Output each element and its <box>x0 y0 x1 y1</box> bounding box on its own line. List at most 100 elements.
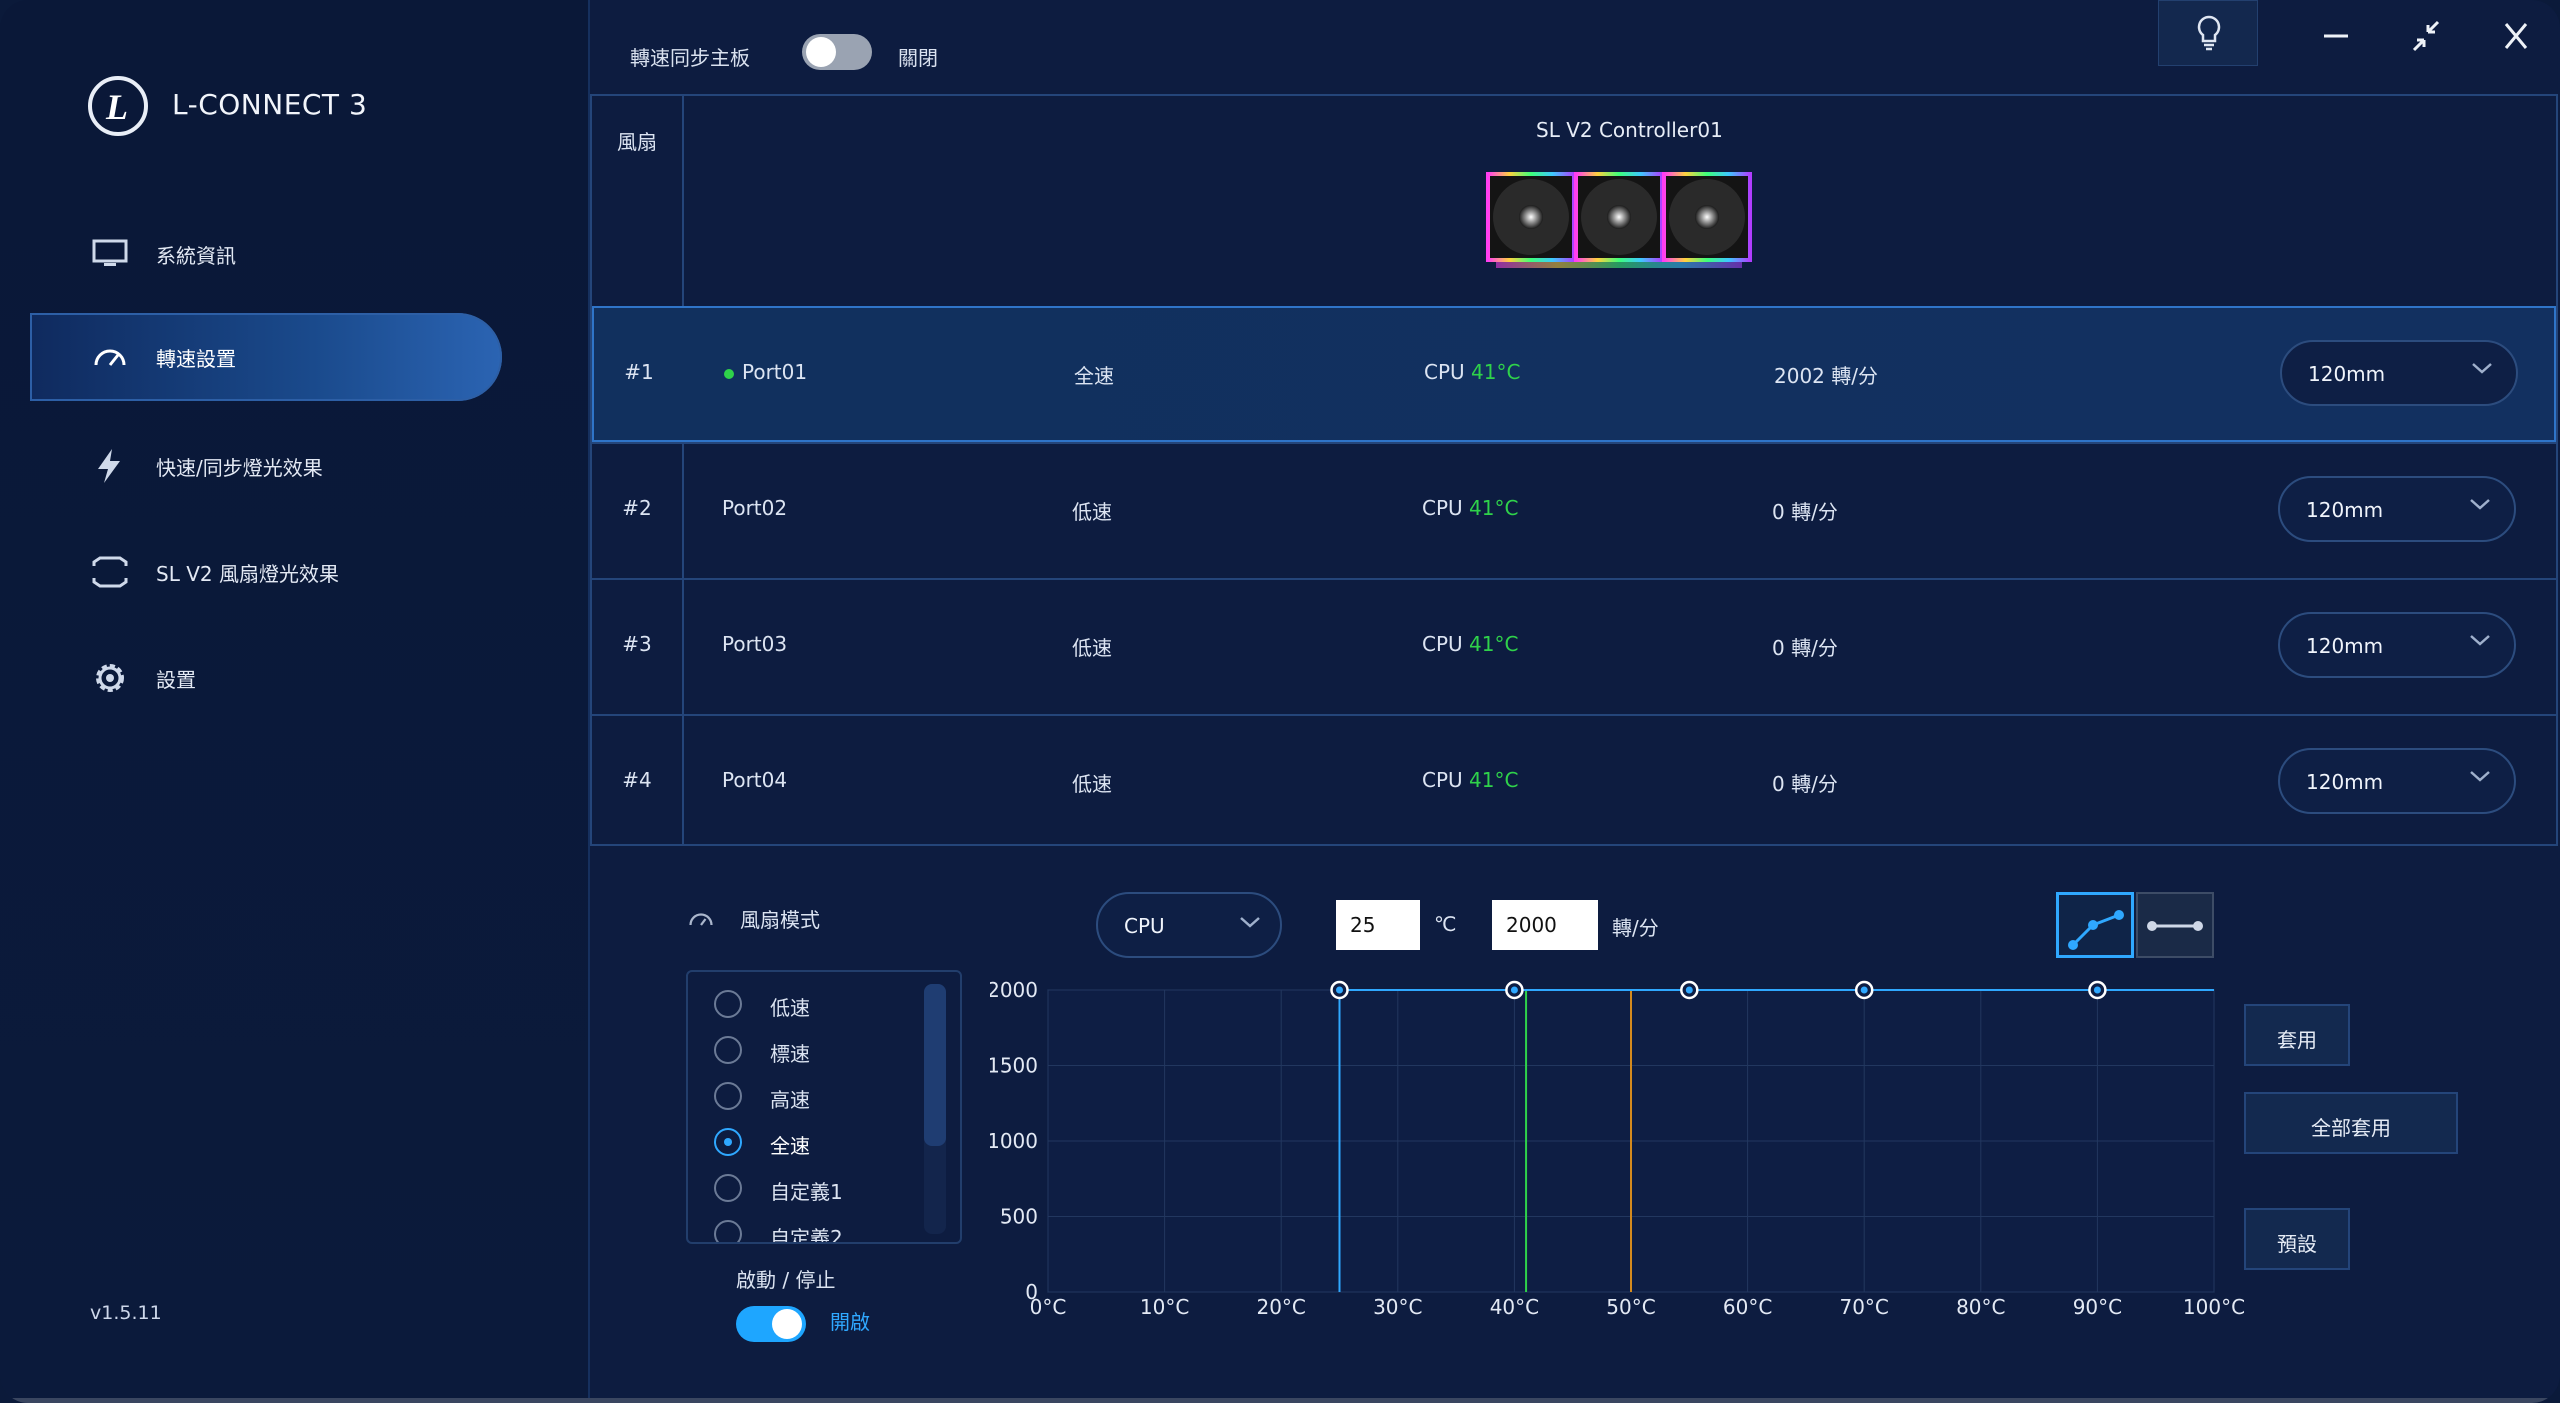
fan-mode-option[interactable]: 自定義2 <box>714 1216 934 1242</box>
table-row[interactable]: #2 Port02 低速 CPU 41°C 0 轉/分 120mm <box>592 442 2556 578</box>
mode-list-scroll-thumb[interactable] <box>924 984 946 1146</box>
fan-size-dropdown[interactable]: 120mm <box>2278 748 2516 814</box>
sync-motherboard-toggle[interactable] <box>802 34 872 70</box>
port-name: Port02 <box>722 496 788 520</box>
start-stop-toggle[interactable] <box>736 1306 806 1342</box>
curve-point-center <box>1336 986 1343 994</box>
speedometer-icon <box>689 913 713 926</box>
y-tick-label: 1000 <box>990 1129 1038 1153</box>
x-tick-label: 80°C <box>1956 1295 2005 1318</box>
curve-point-center <box>1860 986 1868 994</box>
rpm-input[interactable]: 2000 <box>1492 900 1598 950</box>
active-status-dot <box>724 368 734 379</box>
radio-button[interactable] <box>714 1082 742 1110</box>
x-tick-label: 70°C <box>1839 1295 1888 1318</box>
temp-source: CPU <box>1424 360 1465 384</box>
fan-mode-option[interactable]: 高速 <box>714 1078 934 1118</box>
y-tick-label: 0 <box>1025 1280 1038 1304</box>
x-tick-label: 50°C <box>1606 1295 1655 1318</box>
temp-source-cell: CPU 41°C <box>1422 768 1518 792</box>
temp-source: CPU <box>1422 768 1463 792</box>
temp-source-cell: CPU 41°C <box>1422 496 1518 520</box>
fixed-mode-button[interactable] <box>2136 892 2214 958</box>
temp-source-cell: CPU 41°C <box>1422 632 1518 656</box>
curve-mode-button[interactable] <box>2056 892 2134 958</box>
gear-icon <box>96 664 124 692</box>
app-version: v1.5.11 <box>90 1302 162 1324</box>
apply-all-button[interactable]: 全部套用 <box>2244 1092 2458 1154</box>
mode-label: 低速 <box>770 996 810 1020</box>
fan-curve-chart[interactable]: 0°C 10°C 20°C 30°C 40°C 50°C 60°C 70°C 80°C 90°C 1… <box>990 972 2250 1318</box>
close-button[interactable] <box>2496 18 2536 54</box>
temp-source-value: CPU <box>1124 914 1165 938</box>
temperature-input[interactable]: 25 <box>1336 900 1420 950</box>
fan-size-value: 120mm <box>2306 498 2384 522</box>
port-cell: Port01 <box>724 360 807 384</box>
radio-button-checked[interactable] <box>714 1128 742 1156</box>
speed-mode-cell: 全速 <box>1074 364 1114 388</box>
speedometer-icon <box>94 349 126 366</box>
default-button[interactable]: 預設 <box>2244 1208 2350 1270</box>
rpm-cell: 2002 轉/分 <box>1774 364 1878 388</box>
default-button-label: 預設 <box>2277 1232 2317 1256</box>
curve-point-center <box>1510 986 1518 994</box>
fan-size-value: 120mm <box>2308 362 2386 386</box>
fan-size-dropdown[interactable]: 120mm <box>2280 340 2518 406</box>
sidebar-item-label: 設置 <box>156 668 196 692</box>
lightbulb-icon <box>2197 15 2221 51</box>
rpm-unit: 轉/分 <box>1612 916 1659 940</box>
fan-mode-title: 風扇模式 <box>740 908 820 932</box>
fan-mode-list: 低速 標速 高速 全速 自定義1 自定義2 <box>686 970 962 1244</box>
temp-source-dropdown[interactable]: CPU <box>1096 892 1282 958</box>
temp-source: CPU <box>1422 632 1463 656</box>
x-tick-label: 30°C <box>1373 1295 1422 1318</box>
row-index: #1 <box>624 360 654 384</box>
table-row[interactable]: #1 Port01 全速 CPU 41°C 2002 轉/分 120mm <box>592 306 2556 442</box>
table-row[interactable]: #3 Port03 低速 CPU 41°C 0 轉/分 120mm <box>592 578 2556 714</box>
fan-frame-icon <box>92 556 128 588</box>
mode-label: 高速 <box>770 1088 810 1112</box>
fan-column-header: 風扇 <box>617 130 657 154</box>
restore-icon <box>2412 20 2440 52</box>
sidebar-item-system-info[interactable]: 系統資訊 <box>30 210 502 298</box>
lighting-hint-button[interactable] <box>2158 0 2258 66</box>
temp-value: 41°C <box>1469 632 1519 656</box>
fan-mode-option[interactable]: 低速 <box>714 986 934 1026</box>
port-name: Port03 <box>722 632 788 656</box>
sidebar-item-settings[interactable]: 設置 <box>30 634 502 722</box>
fan-mode-option[interactable]: 自定義1 <box>714 1170 934 1210</box>
temp-source-cell: CPU 41°C <box>1424 360 1520 384</box>
port-name: Port01 <box>742 360 808 384</box>
brand-logo-mark: L <box>106 87 128 127</box>
fan-mode-option[interactable]: 全速 <box>714 1124 934 1164</box>
apply-button[interactable]: 套用 <box>2244 1004 2350 1066</box>
minimize-button[interactable] <box>2316 18 2356 54</box>
fan-mode-option[interactable]: 標速 <box>714 1032 934 1072</box>
curve-point-center <box>2093 986 2101 994</box>
x-tick-label: 100°C <box>2183 1295 2245 1318</box>
mode-label: 標速 <box>770 1042 810 1066</box>
radio-button[interactable] <box>714 1174 742 1202</box>
start-stop-label: 啟動 / 停止 <box>736 1268 836 1292</box>
temp-source: CPU <box>1422 496 1463 520</box>
port-name: Port04 <box>722 768 788 792</box>
temp-value: 41°C <box>1471 360 1521 384</box>
chevron-down-icon <box>2472 363 2492 374</box>
controller-name: SL V2 Controller01 <box>1536 118 1723 142</box>
monitor-icon <box>92 239 128 266</box>
close-icon <box>2504 23 2528 49</box>
radio-button[interactable] <box>714 990 742 1018</box>
sidebar-item-speed-settings[interactable]: 轉速設置 <box>30 313 502 401</box>
sidebar-item-label: 系統資訊 <box>156 244 236 268</box>
sidebar-item-sync-lighting[interactable]: 快速/同步燈光效果 <box>30 422 502 510</box>
radio-button[interactable] <box>714 1220 742 1242</box>
sidebar-item-sl-v2-lighting[interactable]: SL V2 風扇燈光效果 <box>30 528 502 616</box>
restore-button[interactable] <box>2406 18 2446 54</box>
radio-button[interactable] <box>714 1036 742 1064</box>
sidebar: L L-CONNECT 3 系統資訊 轉速設置 快速/同步燈光效果 SL V2 … <box>0 0 590 1403</box>
table-row[interactable]: #4 Port04 低速 CPU 41°C 0 轉/分 120mm <box>592 714 2556 850</box>
fan-size-value: 120mm <box>2306 770 2384 794</box>
fan-size-dropdown[interactable]: 120mm <box>2278 612 2516 678</box>
fan-size-dropdown[interactable]: 120mm <box>2278 476 2516 542</box>
temp-value: 41°C <box>1469 496 1519 520</box>
